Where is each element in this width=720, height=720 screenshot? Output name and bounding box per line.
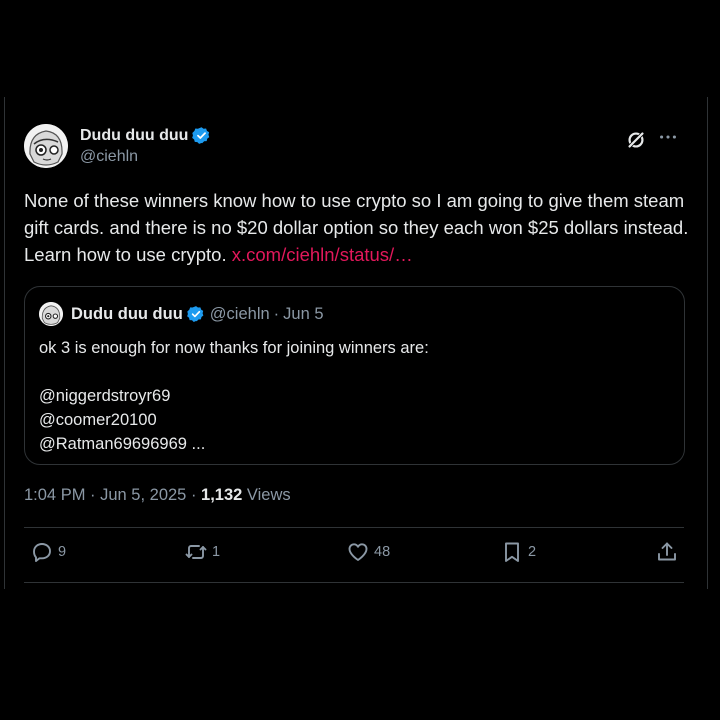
- repost-button[interactable]: 1: [184, 540, 220, 564]
- timestamp[interactable]: 1:04 PM · Jun 5, 2025: [24, 486, 186, 504]
- avatar[interactable]: [24, 124, 68, 168]
- quote-date: Jun 5: [283, 304, 324, 323]
- author-handle[interactable]: @ciehln: [80, 148, 211, 166]
- views-count: 1,132: [201, 486, 243, 504]
- like-button[interactable]: 48: [346, 540, 390, 564]
- quote-handle: @ciehln: [209, 304, 270, 323]
- like-icon: [348, 543, 368, 561]
- repost-icon: [185, 545, 207, 559]
- bookmark-count: 2: [528, 544, 537, 560]
- tweet-header: Dudu duu duu @ciehln: [24, 124, 707, 172]
- divider: [24, 582, 684, 583]
- bookmark-button[interactable]: 2: [500, 540, 536, 564]
- tweet-meta: 1:04 PM · Jun 5, 2025 · 1,132 Views: [24, 486, 291, 505]
- share-icon: [658, 542, 676, 561]
- more-icon[interactable]: [657, 126, 679, 148]
- reply-count: 9: [58, 544, 67, 560]
- tweet-link[interactable]: x.com/ciehln/status/…: [232, 244, 413, 265]
- quoted-tweet[interactable]: Dudu duu duu @ciehln · Jun 5 ok 3 is eno…: [24, 286, 685, 465]
- repost-count: 1: [212, 544, 221, 560]
- quote-avatar: [39, 302, 63, 326]
- quote-verified-badge-icon: [186, 306, 204, 322]
- quote-separator: ·: [273, 304, 280, 323]
- quote-header: Dudu duu duu @ciehln · Jun 5: [39, 302, 324, 326]
- action-bar: 9 1 48 2: [24, 540, 684, 576]
- divider: [24, 527, 684, 528]
- views-label: Views: [246, 486, 291, 504]
- meta-separator: ·: [186, 486, 202, 504]
- reply-icon: [33, 543, 51, 562]
- tweet-text: None of these winners know how to use cr…: [24, 187, 699, 268]
- reply-button[interactable]: 9: [30, 540, 66, 564]
- author-names: Dudu duu duu @ciehln: [80, 126, 211, 166]
- share-button[interactable]: [655, 540, 683, 564]
- grok-icon[interactable]: [625, 129, 647, 151]
- like-count: 48: [374, 544, 391, 560]
- bookmark-icon: [505, 542, 519, 562]
- quote-display-name: Dudu duu duu: [71, 304, 183, 323]
- display-name[interactable]: Dudu duu duu: [80, 127, 188, 145]
- quote-text: ok 3 is enough for now thanks for joinin…: [39, 339, 429, 453]
- tweet-card[interactable]: Dudu duu duu @ciehln None of these winne…: [4, 97, 708, 589]
- verified-badge-icon: [192, 127, 210, 144]
